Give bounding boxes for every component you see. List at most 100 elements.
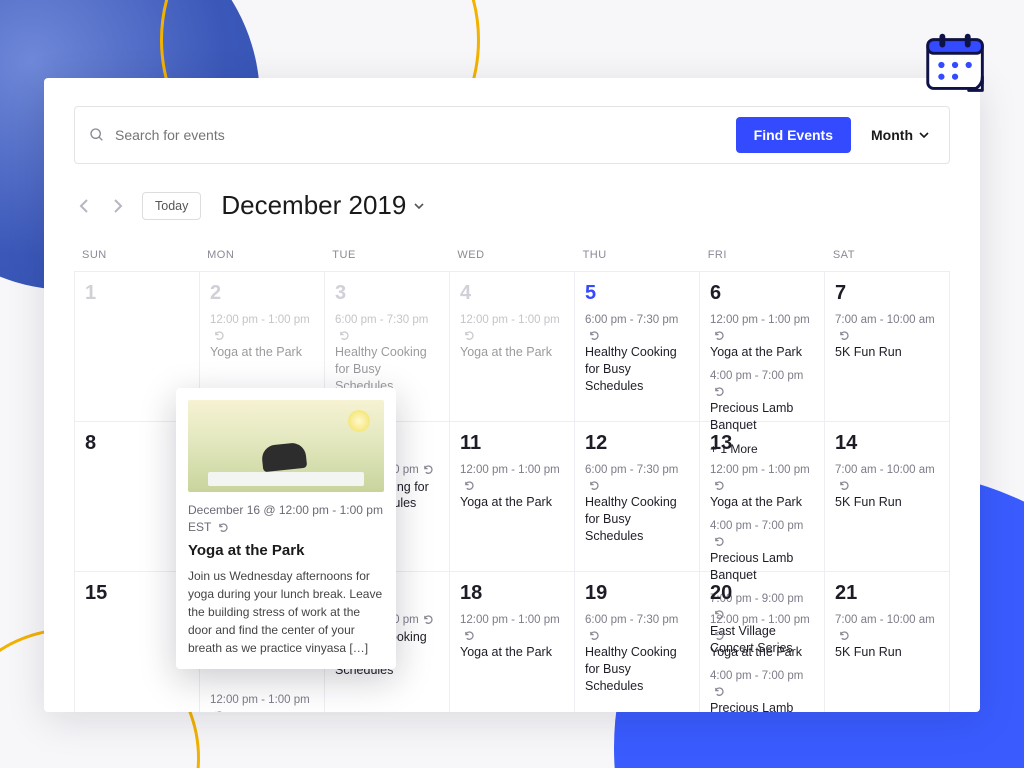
weekday-label: MON: [199, 249, 324, 271]
recurring-icon: [839, 630, 850, 641]
event-title: 5K Fun Run: [835, 494, 939, 511]
event-title: Yoga at the Park: [210, 344, 314, 361]
calendar-event[interactable]: 12:00 pm - 1:00 pmYoga at the Park: [210, 313, 314, 361]
event-popover: December 16 @ 12:00 pm - 1:00 pm EST Yog…: [176, 388, 396, 669]
calendar-event[interactable]: 12:00 pm - 1:00 pmYoga at the Park: [210, 693, 314, 712]
search-input[interactable]: [115, 127, 722, 143]
event-title: Yoga at the Park: [710, 494, 814, 511]
month-title-label: December 2019: [221, 190, 406, 221]
day-number: 18: [460, 582, 564, 605]
event-time: 12:00 pm - 1:00 pm: [710, 463, 814, 494]
chevron-down-icon: [919, 130, 929, 140]
view-selector[interactable]: Month: [865, 127, 935, 143]
popover-meta: December 16 @ 12:00 pm - 1:00 pm EST: [188, 502, 384, 536]
event-title: Healthy Cooking for Busy Schedules: [585, 494, 689, 545]
day-number: 12: [585, 432, 689, 455]
calendar-event[interactable]: 6:00 pm - 7:30 pmHealthy Cooking for Bus…: [585, 313, 689, 395]
day-number: 20: [710, 582, 814, 605]
calendar-event[interactable]: 12:00 pm - 1:00 pmYoga at the Park: [460, 463, 564, 511]
recurring-icon: [339, 330, 350, 341]
calendar-event[interactable]: 4:00 pm - 7:00 pmPrecious Lamb Banquet: [710, 669, 814, 712]
day-cell[interactable]: 18 12:00 pm - 1:00 pmYoga at the Park: [450, 572, 575, 712]
event-time: 4:00 pm - 7:00 pm: [710, 369, 814, 400]
calendar-event[interactable]: 12:00 pm - 1:00 pmYoga at the Park: [460, 613, 564, 661]
calendar-event[interactable]: 6:00 pm - 7:30 pmHealthy Cooking for Bus…: [585, 613, 689, 695]
day-number: 7: [835, 282, 939, 305]
day-number: 1: [85, 282, 189, 305]
day-number: 11: [460, 432, 564, 455]
calendar-event[interactable]: 6:00 pm - 7:30 pmHealthy Cooking for Bus…: [585, 463, 689, 545]
event-time: 6:00 pm - 7:30 pm: [585, 463, 689, 494]
recurring-icon: [714, 480, 725, 491]
calendar-event[interactable]: 7:00 am - 10:00 am5K Fun Run: [835, 463, 939, 511]
weekday-header-row: SUNMONTUEWEDTHUFRISAT: [74, 249, 950, 271]
day-cell[interactable]: 14 7:00 am - 10:00 am5K Fun Run: [825, 422, 950, 572]
day-cell[interactable]: 11 12:00 pm - 1:00 pmYoga at the Park: [450, 422, 575, 572]
weekday-label: TUE: [324, 249, 449, 271]
day-number: 15: [85, 582, 189, 605]
calendar-logo-icon: [918, 26, 996, 104]
today-button[interactable]: Today: [142, 192, 201, 220]
event-time: 12:00 pm - 1:00 pm: [210, 693, 314, 712]
calendar-event[interactable]: 7:00 am - 10:00 am5K Fun Run: [835, 313, 939, 361]
day-number: 6: [710, 282, 814, 305]
search-icon: [89, 127, 105, 143]
event-title: Precious Lamb Banquet: [710, 700, 814, 712]
calendar-event[interactable]: 7:00 am - 10:00 am5K Fun Run: [835, 613, 939, 661]
day-number: 5: [585, 282, 689, 305]
day-cell[interactable]: 6 12:00 pm - 1:00 pmYoga at the Park 4:00 …: [700, 272, 825, 422]
event-time: 12:00 pm - 1:00 pm: [710, 313, 814, 344]
day-cell[interactable]: 196:00 pm - 7:30 pmHealthy Cooking for B…: [575, 572, 700, 712]
event-time: 6:00 pm - 7:30 pm: [585, 313, 689, 344]
day-number: 21: [835, 582, 939, 605]
calendar-event[interactable]: 12:00 pm - 1:00 pmYoga at the Park: [460, 313, 564, 361]
event-title: Healthy Cooking for Busy Schedules: [585, 344, 689, 395]
day-cell[interactable]: 412:00 pm - 1:00 pmYoga at the Park: [450, 272, 575, 422]
event-title: Yoga at the Park: [460, 344, 564, 361]
next-month-button[interactable]: [108, 195, 128, 217]
recurring-icon: [214, 330, 225, 341]
calendar-event[interactable]: 12:00 pm - 1:00 pmYoga at the Park: [710, 313, 814, 361]
day-number: 14: [835, 432, 939, 455]
calendar-event[interactable]: 12:00 pm - 1:00 pmYoga at the Park: [710, 613, 814, 661]
event-time: 12:00 pm - 1:00 pm: [460, 463, 564, 494]
recurring-icon: [589, 480, 600, 491]
popover-title[interactable]: Yoga at the Park: [188, 542, 384, 559]
day-cell[interactable]: 13 12:00 pm - 1:00 pmYoga at the Park 4:00…: [700, 422, 825, 572]
day-cell[interactable]: 5 6:00 pm - 7:30 pmHealthy Cooking for Bu…: [575, 272, 700, 422]
event-time: 7:00 am - 10:00 am: [835, 463, 939, 494]
event-time: 12:00 pm - 1:00 pm: [210, 313, 314, 344]
recurring-icon: [839, 480, 850, 491]
event-time: 12:00 pm - 1:00 pm: [460, 313, 564, 344]
popover-description: Join us Wednesday afternoons for yoga du…: [188, 567, 384, 657]
search-bar: Find Events Month: [74, 106, 950, 164]
day-cell[interactable]: 21 7:00 am - 10:00 am5K Fun Run: [825, 572, 950, 712]
event-time: 4:00 pm - 7:00 pm: [710, 669, 814, 700]
recurring-icon: [589, 330, 600, 341]
calendar-event[interactable]: 12:00 pm - 1:00 pmYoga at the Park: [710, 463, 814, 511]
day-number: 2: [210, 282, 314, 305]
prev-month-button[interactable]: [74, 195, 94, 217]
popover-meta-text: December 16 @ 12:00 pm - 1:00 pm EST: [188, 503, 383, 534]
chevron-down-icon: [414, 201, 424, 211]
day-cell[interactable]: 7 7:00 am - 10:00 am5K Fun Run: [825, 272, 950, 422]
month-title[interactable]: December 2019: [221, 190, 424, 221]
weekday-label: THU: [575, 249, 700, 271]
recurring-icon: [714, 686, 725, 697]
recurring-icon: [423, 614, 434, 625]
event-time: 12:00 pm - 1:00 pm: [710, 613, 814, 644]
event-time: 6:00 pm - 7:30 pm: [335, 313, 439, 344]
day-number: 8: [85, 432, 189, 455]
event-title: Yoga at the Park: [460, 494, 564, 511]
event-time: 4:00 pm - 7:00 pm: [710, 519, 814, 550]
recurring-icon: [714, 330, 725, 341]
calendar-event[interactable]: 6:00 pm - 7:30 pmHealthy Cooking for Bus…: [335, 313, 439, 395]
event-time: 6:00 pm - 7:30 pm: [585, 613, 689, 644]
recurring-icon: [589, 630, 600, 641]
day-number: 13: [710, 432, 814, 455]
event-title: 5K Fun Run: [835, 644, 939, 661]
recurring-icon: [714, 386, 725, 397]
day-cell[interactable]: 12 6:00 pm - 7:30 pmHealthy Cooking for B…: [575, 422, 700, 572]
find-events-button[interactable]: Find Events: [736, 117, 851, 153]
day-cell[interactable]: 20 12:00 pm - 1:00 pmYoga at the Park 4:00…: [700, 572, 825, 712]
